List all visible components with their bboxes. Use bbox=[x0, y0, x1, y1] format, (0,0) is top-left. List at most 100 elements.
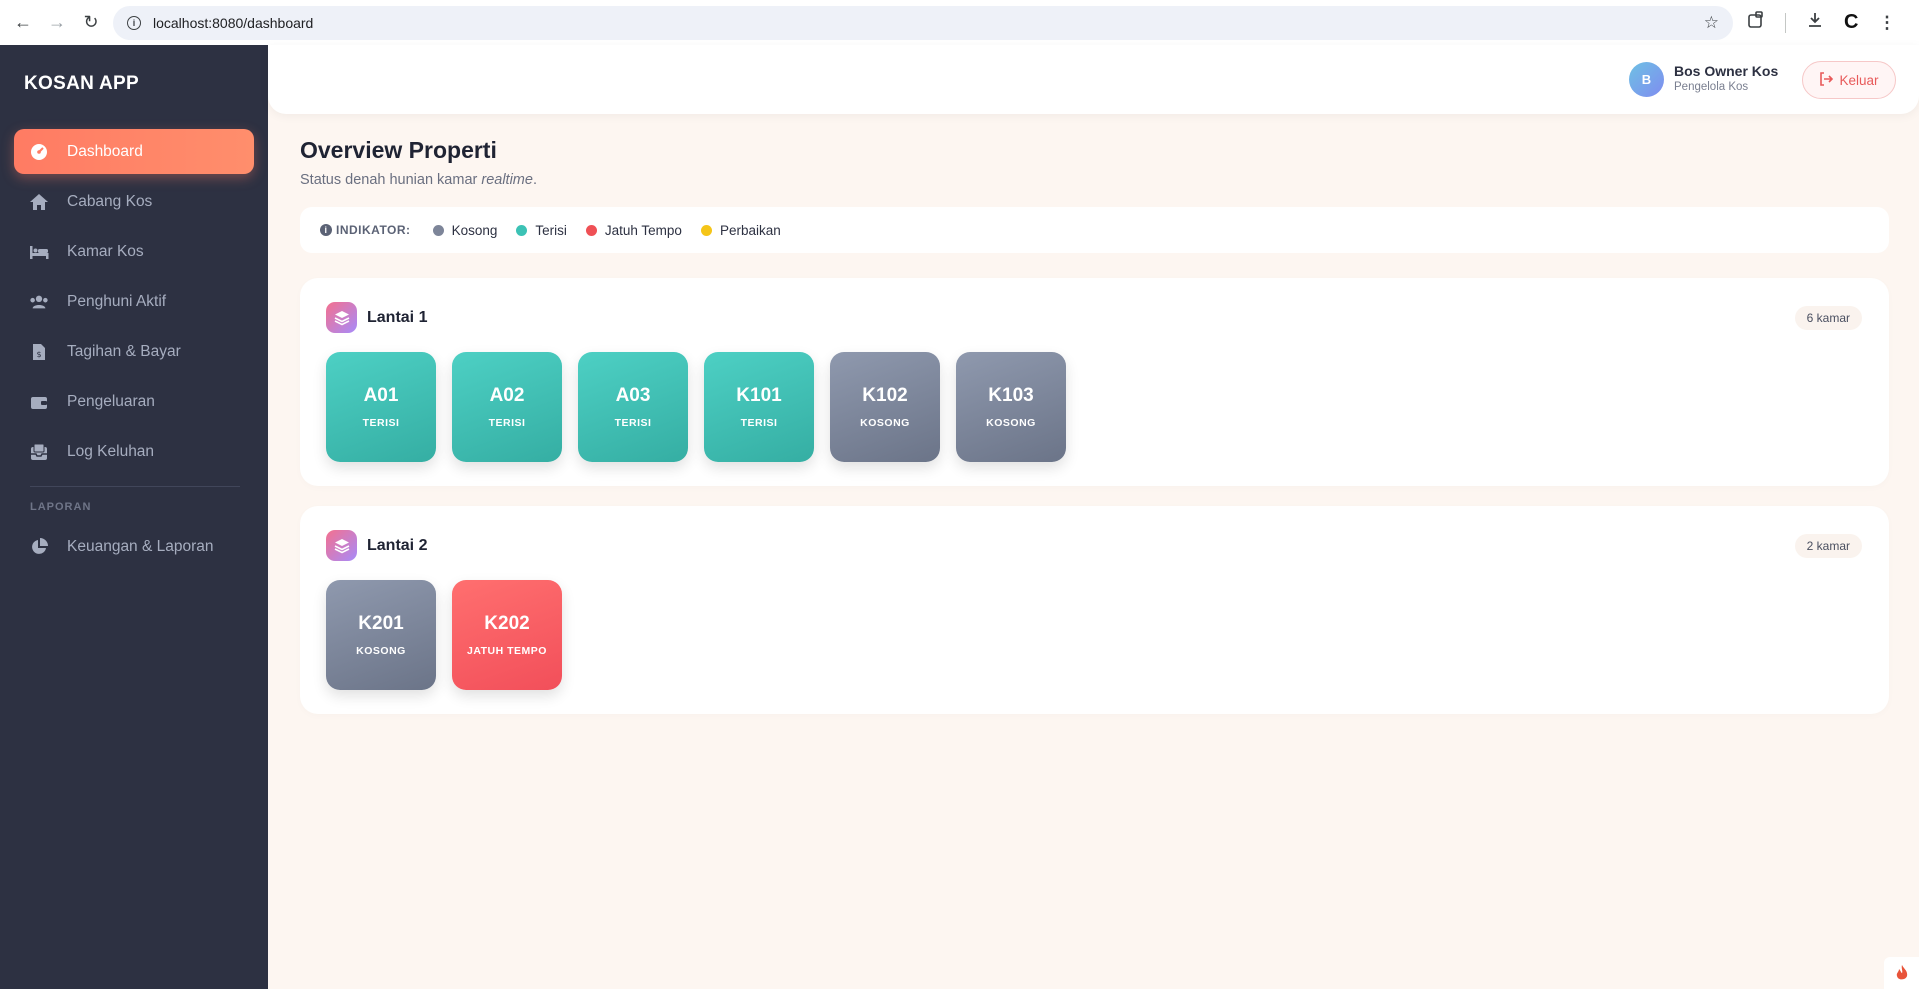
legend-dot bbox=[516, 224, 528, 236]
room-code: A03 bbox=[615, 385, 651, 406]
layers-icon bbox=[326, 530, 357, 561]
room-status: KOSONG bbox=[356, 645, 406, 657]
home-icon bbox=[29, 192, 49, 212]
legend-dot bbox=[585, 224, 597, 236]
room-status: KOSONG bbox=[986, 417, 1036, 429]
legend-item-kosong: Kosong bbox=[432, 222, 498, 238]
wallet-icon bbox=[29, 392, 49, 412]
floor-card-lantai-2: Lantai 2 2 kamar K201 KOSONG K202 JATUH … bbox=[300, 506, 1889, 714]
sidebar-item-log-keluhan[interactable]: Log Keluhan bbox=[14, 429, 254, 474]
sidebar-item-kamar-kos[interactable]: Kamar Kos bbox=[14, 229, 254, 274]
bed-icon bbox=[29, 242, 49, 262]
sidebar-item-cabang-kos[interactable]: Cabang Kos bbox=[14, 179, 254, 224]
room-code: K103 bbox=[988, 385, 1034, 406]
download-icon[interactable] bbox=[1806, 11, 1824, 34]
sidebar-item-label: Keuangan & Laporan bbox=[67, 537, 214, 555]
legend-item-terisi: Terisi bbox=[516, 223, 567, 238]
room-tile-k101[interactable]: K101 TERISI bbox=[704, 352, 814, 462]
logout-label: Keluar bbox=[1839, 72, 1879, 88]
sidebar-item-penghuni-aktif[interactable]: Penghuni Aktif bbox=[14, 279, 254, 324]
floor-title: Lantai 2 bbox=[367, 537, 428, 554]
room-status: TERISI bbox=[740, 417, 778, 429]
sidebar-menu: Dashboard Cabang Kos Kamar Kos Penghuni … bbox=[14, 129, 254, 479]
legend-item-jatuh-tempo: Jatuh Tempo bbox=[585, 222, 682, 238]
inbox-icon bbox=[29, 442, 49, 462]
room-status: TERISI bbox=[488, 417, 526, 429]
dashboard-icon bbox=[29, 142, 49, 162]
room-status: TERISI bbox=[614, 417, 652, 429]
page-subtitle: Status denah hunian kamar realtime. bbox=[300, 172, 537, 188]
legend-label: Perbaikan bbox=[719, 222, 781, 238]
sidebar-item-label: Log Keluhan bbox=[67, 442, 155, 460]
avatar[interactable]: B bbox=[1629, 62, 1664, 97]
sidebar-item-tagihan-bayar[interactable]: $ Tagihan & Bayar bbox=[14, 329, 254, 374]
sidebar-item-label: Kamar Kos bbox=[67, 242, 144, 260]
sidebar-item-pengeluaran[interactable]: Pengeluaran bbox=[14, 379, 254, 424]
room-count-badge: 2 kamar bbox=[1794, 534, 1862, 558]
legend-label: Jatuh Tempo bbox=[604, 222, 682, 238]
user-role: Pengelola Kos bbox=[1674, 81, 1749, 93]
room-grid: K201 KOSONG K202 JATUH TEMPO bbox=[326, 580, 562, 690]
back-arrow-icon[interactable]: ← bbox=[11, 11, 35, 35]
page-title: Overview Properti bbox=[300, 137, 497, 163]
room-code: A01 bbox=[363, 385, 399, 406]
legend-title: i INDIKATOR: bbox=[320, 223, 411, 237]
reload-icon[interactable]: ↻ bbox=[79, 11, 103, 35]
legend-label: Kosong bbox=[451, 222, 498, 238]
room-code: A02 bbox=[489, 385, 525, 406]
page-subtitle-text: Status denah hunian kamar bbox=[300, 172, 478, 188]
room-tile-a03[interactable]: A03 TERISI bbox=[578, 352, 688, 462]
sidebar: KOSAN APP Dashboard Cabang Kos Kamar Kos… bbox=[0, 45, 268, 989]
room-code: K201 bbox=[358, 613, 404, 634]
room-count-badge: 6 kamar bbox=[1794, 306, 1862, 330]
page-subtitle-emphasis: realtime bbox=[481, 172, 533, 188]
bookmark-star-icon[interactable]: ☆ bbox=[1704, 13, 1719, 33]
app-brand[interactable]: KOSAN APP bbox=[24, 73, 139, 95]
top-header: B Bos Owner Kos Pengelola Kos Keluar bbox=[268, 45, 1919, 114]
extensions-icon[interactable] bbox=[1747, 11, 1765, 34]
sidebar-item-label: Tagihan & Bayar bbox=[67, 342, 181, 360]
room-tile-a01[interactable]: A01 TERISI bbox=[326, 352, 436, 462]
site-info-icon[interactable]: i bbox=[127, 15, 141, 30]
room-grid: A01 TERISI A02 TERISI A03 TERISI K101 TE… bbox=[326, 352, 1066, 462]
room-tile-k202[interactable]: K202 JATUH TEMPO bbox=[452, 580, 562, 690]
room-status: JATUH TEMPO bbox=[467, 645, 547, 657]
sidebar-item-dashboard[interactable]: Dashboard bbox=[14, 129, 254, 174]
sidebar-item-label: Pengeluaran bbox=[67, 392, 155, 410]
sidebar-section-label: LAPORAN bbox=[30, 501, 92, 513]
address-bar[interactable]: i localhost:8080/dashboard ☆ bbox=[113, 5, 1733, 40]
logout-icon bbox=[1819, 71, 1834, 89]
floor-card-lantai-1: Lantai 1 6 kamar A01 TERISI A02 TERISI A… bbox=[300, 278, 1889, 486]
users-icon bbox=[29, 292, 49, 312]
flame-icon[interactable] bbox=[1884, 957, 1919, 989]
room-tile-k103[interactable]: K103 KOSONG bbox=[956, 352, 1066, 462]
forward-arrow-icon[interactable]: → bbox=[45, 11, 69, 35]
room-tile-a02[interactable]: A02 TERISI bbox=[452, 352, 562, 462]
legend-item-perbaikan: Perbaikan bbox=[700, 222, 781, 238]
invoice-icon: $ bbox=[29, 342, 49, 362]
room-code: K202 bbox=[484, 613, 530, 634]
room-tile-k102[interactable]: K102 KOSONG bbox=[830, 352, 940, 462]
room-status: KOSONG bbox=[860, 417, 910, 429]
browser-menu-icon[interactable]: ⋮ bbox=[1878, 13, 1895, 33]
sidebar-item-label: Cabang Kos bbox=[67, 192, 153, 210]
sidebar-item-label: Dashboard bbox=[67, 142, 143, 160]
legend-dot bbox=[432, 224, 444, 236]
room-status: TERISI bbox=[362, 417, 400, 429]
legend-title-text: INDIKATOR: bbox=[336, 223, 411, 237]
room-tile-k201[interactable]: K201 KOSONG bbox=[326, 580, 436, 690]
info-icon: i bbox=[320, 224, 332, 236]
sidebar-item-label: Penghuni Aktif bbox=[67, 292, 167, 310]
floor-title: Lantai 1 bbox=[367, 309, 428, 326]
logout-button[interactable]: Keluar bbox=[1802, 61, 1896, 99]
status-legend: i INDIKATOR: Kosong Terisi Jatuh Tempo P… bbox=[300, 207, 1889, 253]
legend-label: Terisi bbox=[535, 222, 567, 238]
profile-icon[interactable]: C bbox=[1844, 11, 1858, 34]
browser-toolbar: ← → ↻ i localhost:8080/dashboard ☆ C ⋮ bbox=[0, 0, 1919, 45]
sidebar-item-keuangan-laporan[interactable]: Keuangan & Laporan bbox=[14, 524, 254, 569]
url-text[interactable]: localhost:8080/dashboard bbox=[153, 15, 313, 31]
toolbar-divider bbox=[1785, 12, 1786, 33]
user-name: Bos Owner Kos bbox=[1674, 63, 1779, 79]
room-code: K102 bbox=[862, 385, 908, 406]
legend-dot bbox=[700, 224, 712, 236]
